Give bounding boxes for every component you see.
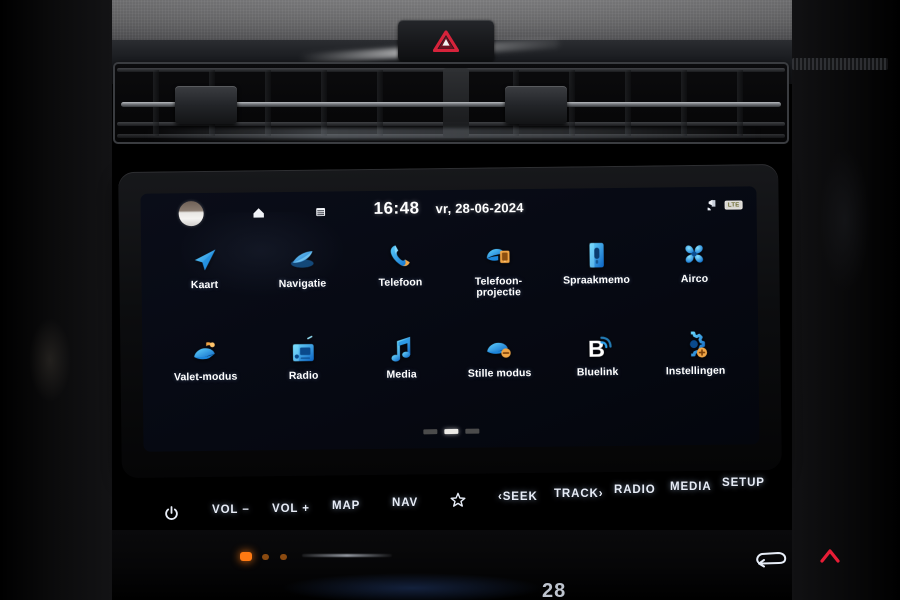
status-time: 16:48 bbox=[373, 198, 420, 218]
radio-button[interactable]: RADIO bbox=[614, 484, 656, 496]
seek-back-button[interactable]: ‹SEEK bbox=[498, 491, 538, 503]
app-tile-spraakmemo[interactable]: Spraakmemo bbox=[547, 232, 646, 321]
volume-up-button[interactable]: VOL + bbox=[272, 503, 310, 515]
climate-indicator-dim-1 bbox=[262, 554, 269, 560]
infotainment-screen[interactable]: 16:48 vr, 28-06-2024 LTE Kaart Navigatie… bbox=[140, 186, 760, 452]
fan-icon bbox=[677, 237, 711, 271]
map-arrow-icon bbox=[187, 243, 221, 277]
climate-indicator-amber bbox=[240, 552, 252, 561]
voice-memo-icon bbox=[579, 238, 613, 272]
app-label: Navigatie bbox=[278, 277, 327, 291]
status-date: vr, 28-06-2024 bbox=[435, 200, 524, 217]
page-dot-3[interactable] bbox=[465, 428, 480, 434]
app-label: Spraakmemo bbox=[562, 273, 631, 287]
app-label: Kaart bbox=[190, 278, 219, 292]
air-vent-assembly bbox=[113, 62, 789, 144]
hard-button-row: VOL − VOL + MAP NAV ‹SEEK TRACK› RADIO M… bbox=[120, 470, 800, 528]
status-bar: 16:48 vr, 28-06-2024 LTE bbox=[140, 186, 756, 234]
nav-button[interactable]: NAV bbox=[392, 497, 418, 509]
vent-reflection bbox=[143, 128, 763, 140]
phone-handset-icon bbox=[383, 240, 417, 274]
status-right-icons: LTE bbox=[707, 198, 743, 211]
right-panel-reflection bbox=[810, 120, 880, 320]
setup-button[interactable]: SETUP bbox=[722, 477, 765, 489]
network-badge: LTE bbox=[724, 199, 743, 210]
speaker-grille bbox=[792, 58, 888, 70]
warning-triangle-icon bbox=[433, 30, 459, 52]
volume-down-button[interactable]: VOL − bbox=[212, 504, 250, 516]
app-grid: Kaart Navigatie Telefoon Telefoon- proje… bbox=[155, 230, 745, 413]
app-label: Airco bbox=[680, 272, 709, 286]
page-dot-1[interactable] bbox=[423, 429, 438, 435]
red-chevron-icon bbox=[820, 549, 840, 563]
climate-indicator-dim-2 bbox=[280, 554, 287, 560]
app-label: Valet-modus bbox=[173, 370, 238, 384]
screen-cast-icon bbox=[707, 199, 716, 211]
app-label: Telefoon- projectie bbox=[474, 275, 523, 300]
power-button[interactable] bbox=[164, 506, 179, 525]
page-dot-2[interactable] bbox=[444, 428, 459, 435]
map-button[interactable]: MAP bbox=[332, 500, 360, 512]
climate-trim-highlight bbox=[302, 554, 392, 557]
app-tile-airco[interactable]: Airco bbox=[645, 230, 744, 319]
climate-backlight-glow bbox=[232, 570, 592, 600]
climate-temperature: 28 bbox=[542, 580, 567, 600]
track-forward-button[interactable]: TRACK› bbox=[554, 488, 603, 500]
app-tile-instellingen[interactable]: Instellingen bbox=[646, 318, 745, 407]
star-icon bbox=[450, 492, 466, 507]
app-tile-telefoon[interactable]: Telefoon bbox=[351, 234, 450, 323]
app-label: Radio bbox=[288, 369, 319, 382]
page-indicator[interactable] bbox=[143, 425, 759, 438]
app-label: Stille modus bbox=[467, 367, 532, 380]
svg-text:B: B bbox=[588, 336, 605, 362]
silent-mode-icon bbox=[482, 331, 516, 365]
left-panel-reflection bbox=[20, 300, 80, 420]
favourite-button[interactable] bbox=[450, 492, 466, 511]
app-label: Instellingen bbox=[665, 364, 726, 378]
app-label: Media bbox=[386, 368, 417, 381]
app-tile-stille-modus[interactable]: Stille modus bbox=[450, 321, 549, 410]
settings-gear-icon bbox=[678, 329, 712, 363]
phone-projection-icon bbox=[481, 239, 515, 273]
app-tile-kaart[interactable]: Kaart bbox=[155, 236, 254, 325]
app-tile-bluelink[interactable]: B Bluelink bbox=[548, 320, 647, 409]
app-tile-telefoon-projectie[interactable]: Telefoon- projectie bbox=[449, 233, 548, 322]
radio-icon bbox=[286, 334, 320, 368]
clock-and-date: 16:48 vr, 28-06-2024 bbox=[141, 194, 757, 222]
app-label: Bluelink bbox=[576, 365, 619, 379]
media-button[interactable]: MEDIA bbox=[670, 481, 712, 493]
air-recirculation-icon[interactable] bbox=[752, 548, 790, 568]
power-icon bbox=[165, 506, 178, 520]
app-tile-radio[interactable]: Radio bbox=[254, 323, 353, 412]
navigation-leaf-icon bbox=[285, 242, 319, 276]
valet-mode-icon bbox=[188, 335, 222, 369]
app-tile-valet-modus[interactable]: Valet-modus bbox=[156, 324, 255, 413]
vent-direction-knob-left[interactable] bbox=[175, 86, 237, 124]
vent-direction-knob-right[interactable] bbox=[505, 86, 567, 124]
app-tile-media[interactable]: Media bbox=[352, 322, 451, 411]
bluelink-icon: B bbox=[580, 330, 614, 364]
app-tile-navigatie[interactable]: Navigatie bbox=[253, 235, 352, 324]
climate-control-panel: 28 bbox=[112, 530, 840, 600]
hazard-warning-button[interactable] bbox=[398, 20, 494, 62]
infotainment-head-unit: 16:48 vr, 28-06-2024 LTE Kaart Navigatie… bbox=[118, 163, 782, 479]
car-dashboard-scene: 16:48 vr, 28-06-2024 LTE Kaart Navigatie… bbox=[0, 0, 900, 600]
music-note-icon bbox=[384, 332, 418, 366]
app-label: Telefoon bbox=[378, 276, 423, 289]
